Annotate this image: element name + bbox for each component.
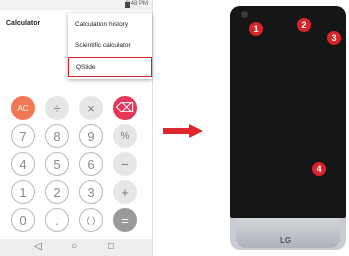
menu-item-scientific-calculator[interactable]: Scientific calculator bbox=[68, 36, 152, 56]
digit-1-button[interactable]: 1 bbox=[11, 180, 35, 204]
app-title: Calculator bbox=[6, 20, 41, 27]
parentheses-button[interactable]: ( ) bbox=[79, 208, 103, 232]
brand-logo: LG bbox=[280, 236, 292, 245]
callout-badge-1: 1 bbox=[249, 22, 263, 36]
overflow-menu: Calculation history Scientific calculato… bbox=[68, 13, 152, 79]
callout-badge-4: 4 bbox=[312, 162, 326, 176]
digit-8-button[interactable]: 8 bbox=[45, 124, 69, 148]
home-icon[interactable]: ○ bbox=[71, 241, 77, 252]
digit-6-button[interactable]: 6 bbox=[79, 152, 103, 176]
digit-2-button[interactable]: 2 bbox=[45, 180, 69, 204]
device-illustration: LG 1 2 3 4 bbox=[230, 6, 346, 250]
calculator-screen: 3:48 PM Calculator Calculation history S… bbox=[0, 0, 153, 256]
digit-0-button[interactable]: 0 bbox=[11, 208, 35, 232]
callout-badge-3: 3 bbox=[327, 31, 341, 45]
status-time: 3:48 PM bbox=[125, 1, 148, 7]
equals-button[interactable]: = bbox=[113, 208, 137, 232]
status-bar: 3:48 PM bbox=[0, 0, 152, 10]
recent-apps-icon[interactable]: □ bbox=[108, 241, 114, 252]
plus-button[interactable]: + bbox=[113, 180, 137, 204]
callout-badge-2: 2 bbox=[297, 18, 311, 32]
navigation-bar: ◁ ○ □ bbox=[0, 239, 152, 256]
digit-3-button[interactable]: 3 bbox=[79, 180, 103, 204]
digit-9-button[interactable]: 9 bbox=[79, 124, 103, 148]
digit-7-button[interactable]: 7 bbox=[11, 124, 35, 148]
digit-5-button[interactable]: 5 bbox=[45, 152, 69, 176]
digit-4-button[interactable]: 4 bbox=[11, 152, 35, 176]
backspace-button[interactable]: ⌫ bbox=[113, 96, 137, 120]
minus-button[interactable]: − bbox=[113, 152, 137, 176]
decimal-button[interactable]: . bbox=[45, 208, 69, 232]
percent-button[interactable]: % bbox=[113, 124, 137, 148]
right-arrow-icon bbox=[163, 124, 203, 138]
menu-item-calculation-history[interactable]: Calculation history bbox=[68, 15, 152, 35]
multiply-button[interactable]: × bbox=[79, 96, 103, 120]
menu-item-qslide[interactable]: QSlide bbox=[68, 57, 152, 77]
ac-button[interactable]: AC bbox=[11, 96, 35, 120]
divide-button[interactable]: ÷ bbox=[45, 96, 69, 120]
front-camera-icon bbox=[241, 11, 248, 18]
back-icon[interactable]: ◁ bbox=[34, 241, 42, 252]
